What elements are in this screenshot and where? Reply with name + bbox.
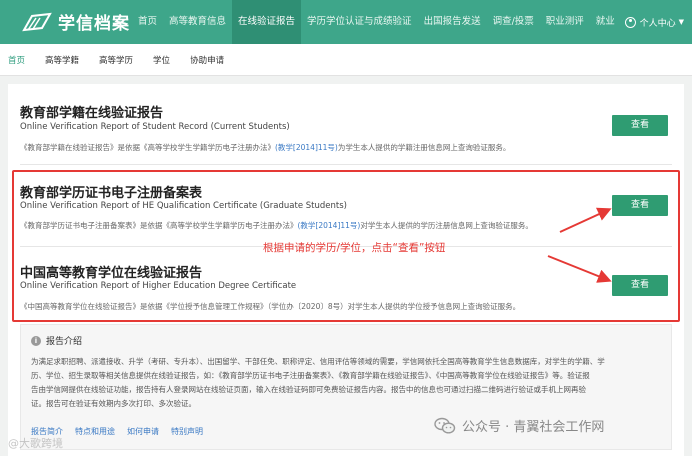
desc-text: 对学生本人提供的学历注册信息网上查询验证服务。 <box>360 221 533 230</box>
annotation-text: 根据申请的学历/学位，点击“查看”按钮 <box>263 242 446 254</box>
link-features-uses[interactable]: 特点和用途 <box>75 426 115 437</box>
caret-down-icon: ▼ <box>678 18 684 26</box>
sub-navbar: 首页 高等学籍 高等学历 学位 协助申请 <box>0 44 692 76</box>
book-logo-icon <box>22 12 52 31</box>
card-title-qualification: 教育部学历证书电子注册备案表 <box>20 186 203 201</box>
intro-title: 报告介绍 <box>46 337 83 347</box>
nav-overseas-reports[interactable]: 出国报告发送 <box>418 0 487 44</box>
intro-line: 为满足求职招聘、派遣接收、升学（考研、专升本）、出国留学、干部任免、职称评定、信… <box>31 357 605 366</box>
intro-header: i 报告介绍 <box>31 334 82 347</box>
subnav-student-record[interactable]: 高等学籍 <box>45 54 79 66</box>
card-desc-student-record: 《教育部学籍在线验证报告》是依据《高等学校学生学籍学历电子注册办法》(教学[20… <box>20 142 510 153</box>
link-how-to-apply[interactable]: 如何申请 <box>127 426 159 437</box>
watermark-left: @大歌跨境 <box>8 437 63 450</box>
watermark-right: 公众号 · 青翼社会工作网 <box>434 416 604 435</box>
card-desc-degree: 《中国高等教育学位在线验证报告》是依据《学位授予信息管理工作规程》（学位办〔20… <box>20 302 521 311</box>
info-icon: i <box>31 335 41 346</box>
nav-career-assessment[interactable]: 职业测评 <box>540 0 590 44</box>
view-button-student-record[interactable]: 查看 <box>612 115 668 136</box>
user-center-menu[interactable]: 个人中心 ▼ <box>624 0 684 44</box>
main-nav: 首页 高等教育信息 在线验证报告 学历学位认证与成绩验证 出国报告发送 调查/投… <box>132 0 621 44</box>
desc-text: 《教育部学历证书电子注册备案表》是依据《高等学校学生学籍学历电子注册办法》 <box>20 221 298 230</box>
card-desc-qualification: 《教育部学历证书电子注册备案表》是依据《高等学校学生学籍学历电子注册办法》(教学… <box>20 220 533 231</box>
intro-line: 证。报告可在验证有效期内多次打印、多次验证。 <box>31 399 196 408</box>
arrow-to-qualification-button <box>559 207 612 233</box>
intro-line: 告由学信网提供在线验证功能，报告持有人登录网站在线验证页面，输入在线验证码即可免… <box>31 385 586 394</box>
nav-employment[interactable]: 就业 <box>590 0 621 44</box>
subnav-assist-apply[interactable]: 协助申请 <box>190 54 224 66</box>
watermark-right-text: 公众号 · 青翼社会工作网 <box>462 420 605 435</box>
user-center-label: 个人中心 <box>639 18 676 29</box>
link-special-statement[interactable]: 特别声明 <box>171 426 203 437</box>
card-subtitle-student-record: Online Verification Report of Student Re… <box>20 122 290 132</box>
nav-home[interactable]: 首页 <box>132 0 163 44</box>
logo-text: 学信档案 <box>58 14 130 34</box>
user-icon <box>624 16 636 28</box>
main-panel: 教育部学籍在线验证报告 Online Verification Report o… <box>8 84 684 456</box>
view-button-qualification[interactable]: 查看 <box>612 195 668 216</box>
desc-text: 为学生本人提供的学籍注册信息网上查询验证服务。 <box>337 143 511 152</box>
subnav-degree[interactable]: 学位 <box>153 54 170 66</box>
view-button-degree[interactable]: 查看 <box>612 275 668 296</box>
regulation-link[interactable]: (教学[2014]11号) <box>275 143 338 152</box>
card-title-degree: 中国高等教育学位在线验证报告 <box>20 266 203 281</box>
nav-online-verification[interactable]: 在线验证报告 <box>232 0 302 44</box>
subnav-home[interactable]: 首页 <box>8 54 25 66</box>
nav-degree-certification[interactable]: 学历学位认证与成绩验证 <box>301 0 418 44</box>
intro-body: 为满足求职招聘、派遣接收、升学（考研、专升本）、出国留学、干部任免、职称评定、信… <box>31 355 663 411</box>
desc-text: 《教育部学籍在线验证报告》是依据《高等学校学生学籍学历电子注册办法》 <box>20 143 275 152</box>
card-subtitle-degree: Online Verification Report of Higher Edu… <box>20 281 297 291</box>
divider <box>20 164 672 165</box>
site-logo[interactable]: 学信档案 <box>22 9 130 34</box>
card-subtitle-qualification: Online Verification Report of HE Qualifi… <box>20 201 347 211</box>
nav-survey[interactable]: 调查/投票 <box>487 0 540 44</box>
card-title-student-record: 教育部学籍在线验证报告 <box>20 106 164 121</box>
regulation-link[interactable]: (教学[2014]11号) <box>298 221 361 230</box>
top-navbar: 学信档案 首页 高等教育信息 在线验证报告 学历学位认证与成绩验证 出国报告发送… <box>0 0 692 44</box>
arrow-to-degree-button <box>547 255 612 283</box>
nav-higher-education[interactable]: 高等教育信息 <box>163 0 232 44</box>
intro-line: 历、学位、招生录取等相关信息提供在线验证报告，如：《教育部学历证书电子注册备案表… <box>31 371 590 380</box>
subnav-qualification[interactable]: 高等学历 <box>99 54 133 66</box>
wechat-icon <box>434 417 456 434</box>
